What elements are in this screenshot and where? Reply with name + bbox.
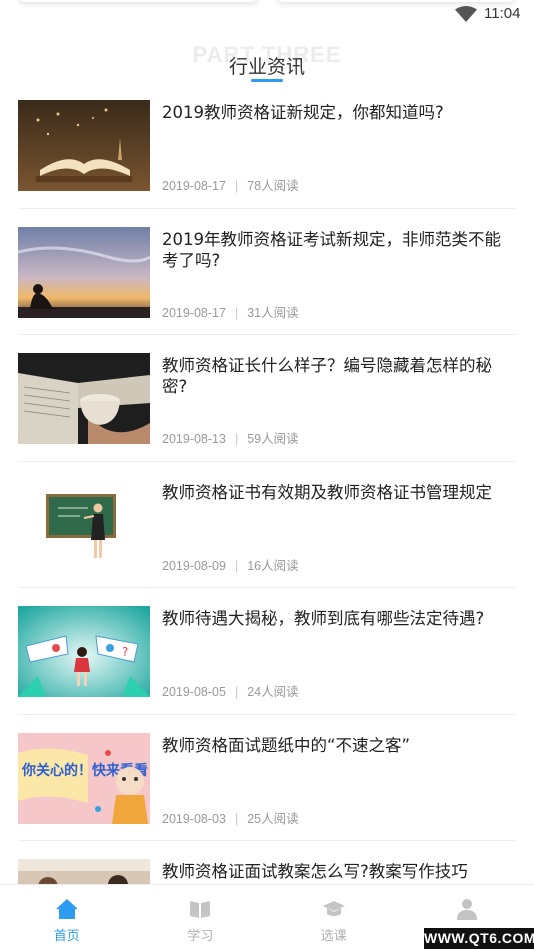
section-title: 行业资讯 [228,56,305,78]
news-date: 2019-08-09 [162,558,226,573]
news-title: 教师资格证面试教案怎么写?教案写作技巧 [162,862,468,881]
news-reads: 59人阅读 [247,432,299,446]
news-date: 2019-08-17 [162,305,226,320]
news-reads: 25人阅读 [247,811,299,826]
news-meta: 2019-08-09 | 16人阅读 [162,555,299,574]
news-reads: 31人阅读 [247,305,299,320]
meta-separator: | [234,305,239,320]
news-date: 2019-08-17 [162,179,226,193]
news-meta: 2019-08-17 | 78人阅读 [162,175,299,194]
news-item[interactable]: 2019教师资格证新规定，你都知道吗? 2019-08-17 | 78人阅读 [18,82,516,209]
news-date: 2019-08-13 [162,432,226,446]
news-item[interactable]: 教师资格证长什么样子？编号隐藏着怎样的秘密? 2019-08-13 | 59人阅读 [18,335,516,462]
status-bar: 11:04 [0,0,534,30]
tab-courses[interactable]: 选课 [267,885,401,949]
home-icon [55,899,78,919]
tab-label: 选课 [320,929,347,944]
news-meta: 2019-08-17 | 31人阅读 [162,302,299,321]
book-and-cup-image [18,353,150,444]
open-book-image [18,100,150,191]
svg-text:?: ? [122,645,128,659]
meta-separator: | [234,685,239,699]
status-time: 11:04 [484,5,521,22]
wifi-icon [455,6,477,22]
sunset-silhouette-image [18,226,150,318]
news-meta: 2019-08-05 | 24人阅读 [162,681,299,700]
meta-separator: | [234,811,239,826]
section-header: PART THREE 行业资讯 [0,38,534,88]
graduation-cap-icon [322,901,345,916]
meta-separator: | [234,179,239,193]
news-meta: 2019-08-03 | 25人阅读 [162,808,299,827]
news-title: 2019教师资格证新规定，你都知道吗? [162,103,444,122]
top-card-left[interactable] [18,0,258,2]
news-date: 2019-08-05 [162,685,226,699]
meta-separator: | [234,558,239,573]
book-icon [190,901,211,918]
top-card-right[interactable] [276,0,516,2]
news-meta: 2019-08-13 | 59人阅读 [162,428,299,447]
cartoon-banner-image: 你关心的！快来看看 [18,732,150,824]
tab-home[interactable]: 首页 [0,885,134,949]
news-item[interactable]: ? 教师待遇大揭秘，教师到底有哪些法定待遇? 2019-08-05 | 24人阅读 [18,588,516,715]
news-reads: 78人阅读 [247,179,299,193]
user-icon [457,899,478,920]
news-title: 教师资格证长什么样子？编号隐藏着怎样的秘密? [162,356,492,396]
news-title: 教师资格证书有效期及教师资格证书管理规定 [162,482,492,502]
meta-separator: | [234,432,239,446]
tab-label: 首页 [53,929,80,944]
site-watermark: WWW.QT6.COM [424,928,534,949]
news-title: 教师资格面试题纸中的“不速之客” [162,735,411,755]
news-reads: 24人阅读 [247,685,299,699]
news-item[interactable]: 教师资格证书有效期及教师资格证书管理规定 2019-08-09 | 16人阅读 [18,462,516,588]
girl-books-image: ? [18,606,150,697]
news-item[interactable]: 你关心的！快来看看 教师资格面试题纸中的“不速之客” 2019-08-03 | 25… [18,715,516,841]
news-title: 教师待遇大揭秘，教师到底有哪些法定待遇? [162,609,485,628]
tab-label: 学习 [187,929,214,944]
news-item[interactable]: 2019年教师资格证考试新规定，非师范类不能考了吗? 2019-08-17 | 31… [18,209,516,335]
teacher-blackboard-image [18,479,150,571]
news-list: 2019教师资格证新规定，你都知道吗? 2019-08-17 | 78人阅读 201… [18,82,516,949]
tab-study[interactable]: 学习 [134,885,268,949]
news-reads: 16人阅读 [247,558,299,573]
news-date: 2019-08-03 [162,811,226,826]
news-title: 2019年教师资格证考试新规定，非师范类不能考了吗? [162,229,501,270]
